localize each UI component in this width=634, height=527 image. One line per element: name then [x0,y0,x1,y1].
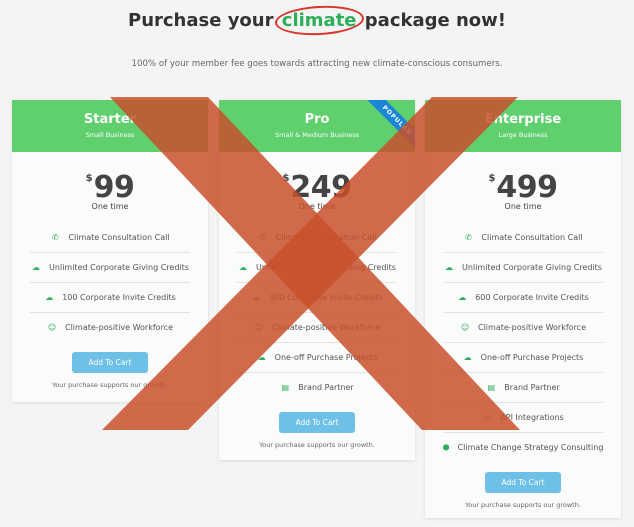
currency-symbol: $ [282,173,290,184]
feature-item: ☺ Climate-positive Workforce [237,313,397,343]
page-title: Purchase your climate package now! [0,10,634,31]
feature-label: 600 Corporate Invite Credits [475,293,589,302]
page-subtitle: 100% of your member fee goes towards att… [131,59,503,69]
price-amount: 249 [290,170,352,205]
shield-icon: ⬢ [442,443,450,452]
currency-symbol: $ [85,173,93,184]
price-amount: 499 [496,170,558,205]
feature-label: Unlimited Corporate Giving Credits [49,263,189,272]
purchase-note: Your purchase supports our growth. [52,381,168,389]
plan-header: Pro Small & Medium Business POPULAR [219,100,415,152]
smile-icon: ☺ [460,323,470,332]
code-icon: ‹/› [482,413,492,422]
feature-label: Brand Partner [298,383,354,392]
plan-price: $99 [12,170,208,205]
cloud-money-icon: ☁ [32,263,41,272]
feature-item: ☁ One-off Purchase Projects [443,343,603,373]
plan-price: $249 [219,170,415,205]
feature-label: One-off Purchase Projects [274,353,378,362]
cloud-money-icon: ☁ [257,353,266,362]
feature-item: ☁ 600 Corporate Invite Credits [443,283,603,313]
feature-label: Climate-positive Workforce [478,323,586,332]
feature-label: Climate Consultation Call [275,233,377,242]
plan-card-enterprise: Enterprise Large Business $499 One time … [425,100,621,518]
add-to-cart-button[interactable]: Add To Cart [485,472,561,493]
feature-item: ☁ Unlimited Corporate Giving Credits [443,253,603,283]
feature-item: ▤ Brand Partner [237,373,397,402]
id-card-icon: ▤ [281,383,290,392]
feature-label: One-off Purchase Projects [480,353,584,362]
feature-item: ☁ Unlimited Corporate Giving Credits [30,253,190,283]
add-to-cart-button[interactable]: Add To Cart [279,412,355,433]
cloud-money-icon: ☁ [45,293,54,302]
plan-header: Starter Small Business [12,100,208,152]
smile-icon: ☺ [254,323,264,332]
plan-card-starter: Starter Small Business $99 One time ✆ Cli… [12,100,208,402]
feature-item: ☺ Climate-positive Workforce [30,313,190,342]
title-after: package now! [364,10,506,31]
feature-label: 300 Corporate Invite Credits [269,293,383,302]
feature-item: ☁ 100 Corporate Invite Credits [30,283,190,313]
plan-name: Starter [83,112,137,127]
feature-label: Climate Change Strategy Consulting [457,443,604,452]
price-amount: 99 [93,170,135,205]
feature-label: Unlimited Corporate Giving Credits [256,263,396,272]
feature-label: Brand Partner [504,383,560,392]
feature-label: Climate Consultation Call [481,233,583,242]
plan-tagline: Large Business [498,131,548,139]
cloud-money-icon: ☁ [252,293,261,302]
feature-item: ☁ One-off Purchase Projects [237,343,397,373]
plan-price: $499 [425,170,621,205]
feature-label: Climate-positive Workforce [65,323,173,332]
feature-label: Climate-positive Workforce [272,323,380,332]
phone-icon: ✆ [465,233,472,242]
plan-name: Enterprise [484,112,562,127]
feature-item: ⬢ Climate Change Strategy Consulting [442,433,604,462]
feature-item: ☁ Unlimited Corporate Giving Credits [237,253,397,283]
purchase-note: Your purchase supports our growth. [465,501,581,509]
cloud-money-icon: ☁ [458,293,467,302]
title-highlight: climate [281,10,357,31]
cloud-money-icon: ☁ [239,263,248,272]
plan-tagline: Small Business [85,131,135,139]
feature-item: ✆ Climate Consultation Call [237,223,397,253]
feature-label: 100 Corporate Invite Credits [62,293,176,302]
title-before: Purchase your [128,10,274,31]
add-to-cart-button[interactable]: Add To Cart [72,352,148,373]
id-card-icon: ▤ [487,383,496,392]
plan-tagline: Small & Medium Business [275,131,359,139]
currency-symbol: $ [488,173,496,184]
smile-icon: ☺ [47,323,57,332]
feature-label: API Integrations [500,413,564,422]
feature-item: ☺ Climate-positive Workforce [443,313,603,343]
feature-item: ‹/› API Integrations [443,403,603,433]
feature-item: ✆ Climate Consultation Call [30,223,190,253]
feature-item: ✆ Climate Consultation Call [443,223,603,253]
feature-item: ☁ 300 Corporate Invite Credits [237,283,397,313]
plan-card-pro: Pro Small & Medium Business POPULAR $249… [219,100,415,460]
cloud-money-icon: ☁ [463,353,472,362]
feature-label: Climate Consultation Call [68,233,170,242]
feature-label: Unlimited Corporate Giving Credits [462,263,602,272]
feature-item: ▤ Brand Partner [443,373,603,403]
cloud-money-icon: ☁ [445,263,454,272]
plan-header: Enterprise Large Business [425,100,621,152]
phone-icon: ✆ [259,233,266,242]
purchase-note: Your purchase supports our growth. [259,441,375,449]
phone-icon: ✆ [52,233,59,242]
